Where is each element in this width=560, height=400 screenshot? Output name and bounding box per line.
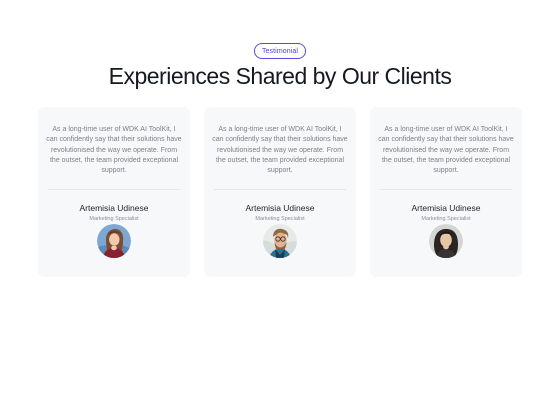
section-title: Experiences Shared by Our Clients	[108, 63, 452, 89]
testimonial-card: As a long-time user of WDK AI ToolKit, I…	[204, 107, 356, 277]
testimonial-quote: As a long-time user of WDK AI ToolKit, I…	[378, 126, 514, 175]
testimonial-card: As a long-time user of WDK AI ToolKit, I…	[38, 107, 190, 277]
testimonial-badge: Testimonial	[253, 43, 307, 59]
woman-long-hair-avatar	[97, 224, 131, 258]
woman-dark-hair-avatar	[429, 224, 463, 258]
client-name: Artemisia Udinese	[411, 203, 481, 213]
man-beard-glasses-avatar	[263, 224, 297, 258]
card-divider	[214, 189, 346, 190]
testimonial-cards: As a long-time user of WDK AI ToolKit, I…	[38, 107, 522, 277]
testimonial-quote: As a long-time user of WDK AI ToolKit, I…	[46, 126, 182, 175]
client-name: Artemisia Udinese	[245, 203, 315, 213]
client-name: Artemisia Udinese	[79, 203, 149, 213]
client-role: Marketing Specialist	[89, 216, 139, 222]
badge-container: Testimonial	[0, 43, 560, 59]
testimonial-card: As a long-time user of WDK AI ToolKit, I…	[370, 107, 522, 277]
testimonial-quote: As a long-time user of WDK AI ToolKit, I…	[212, 126, 348, 175]
card-divider	[48, 189, 180, 190]
client-role: Marketing Specialist	[421, 216, 471, 222]
client-role: Marketing Specialist	[255, 216, 305, 222]
card-divider	[380, 189, 512, 190]
testimonial-section: Testimonial Experiences Shared by Our Cl…	[0, 0, 560, 400]
